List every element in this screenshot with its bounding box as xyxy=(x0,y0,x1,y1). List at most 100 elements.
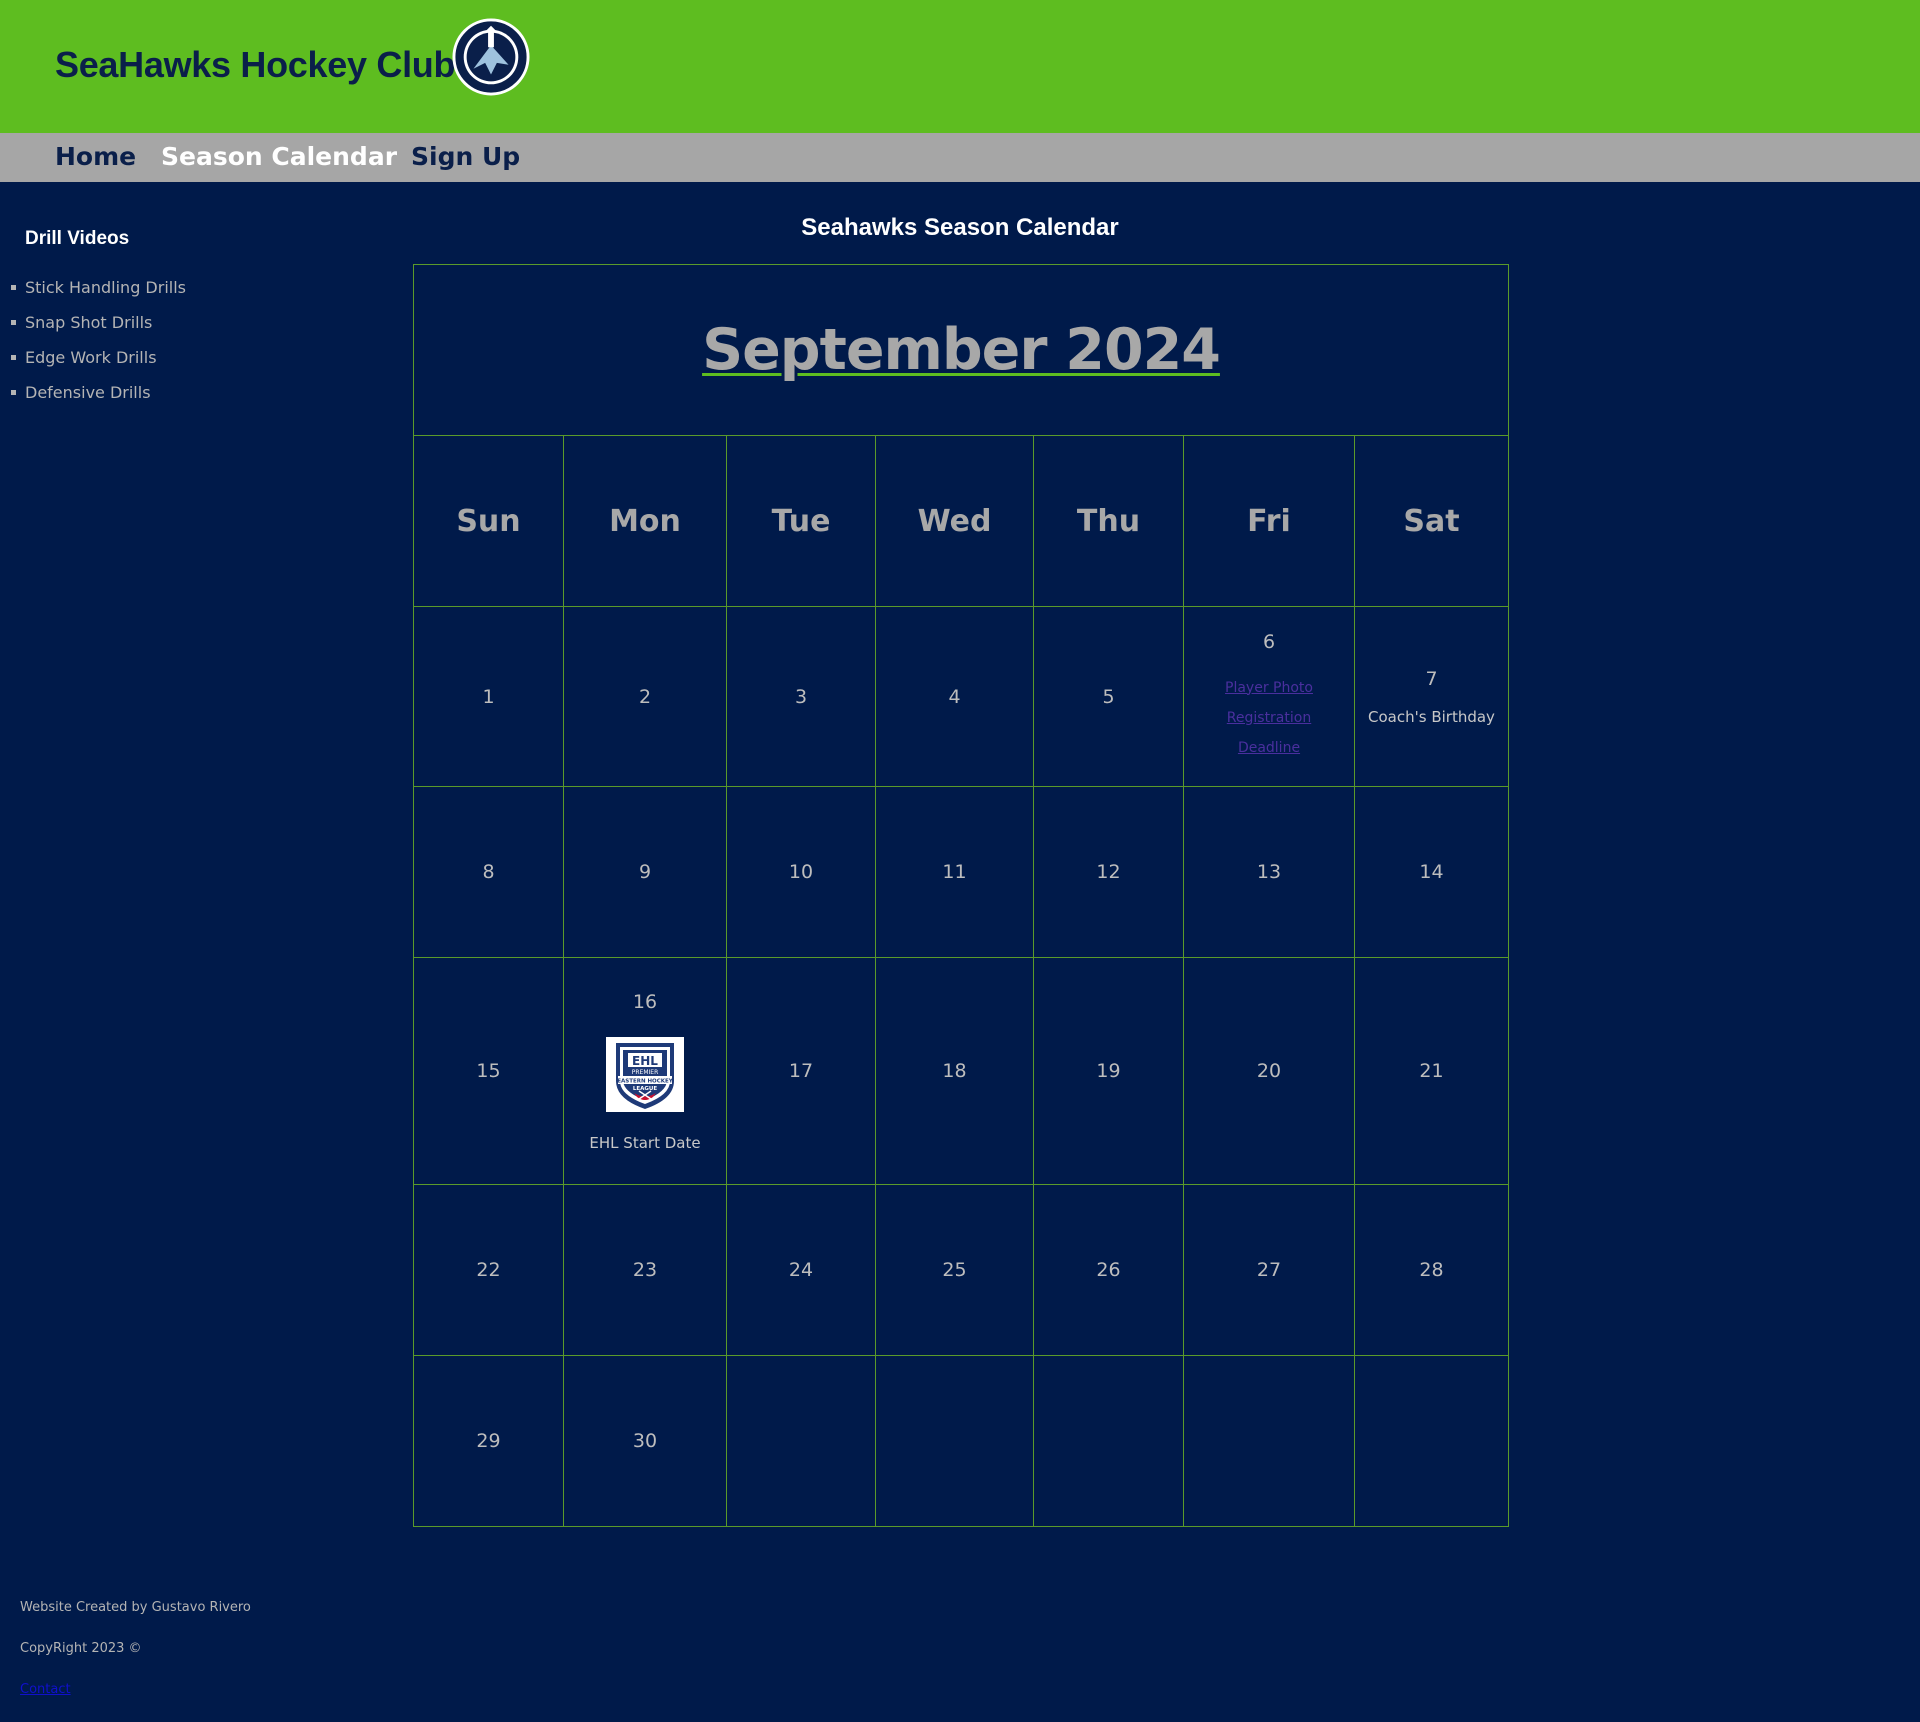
day-number: 20 xyxy=(1256,1060,1282,1082)
main-nav: Home Season Calendar Sign Up xyxy=(0,133,1920,182)
day-cell: 3 xyxy=(726,606,876,787)
day-number: 10 xyxy=(788,861,814,883)
site-header: SeaHawks Hockey Club xyxy=(0,0,1920,133)
day-cell: 8 xyxy=(413,786,564,958)
site-footer: Website Created by Gustavo Rivero CopyRi… xyxy=(20,1596,251,1719)
day-cell: 29 xyxy=(413,1355,564,1527)
day-number: 28 xyxy=(1419,1259,1444,1281)
sidebar-item-label: Stick Handling Drills xyxy=(25,278,186,297)
svg-text:EHL: EHL xyxy=(632,1054,658,1068)
day-number: 25 xyxy=(942,1259,967,1281)
day-cell: 25 xyxy=(875,1184,1034,1356)
sidebar-item-edge-work[interactable]: Edge Work Drills xyxy=(10,340,186,375)
day-cell: 19 xyxy=(1033,957,1184,1185)
day-cell: 5 xyxy=(1033,606,1184,787)
day-number: 19 xyxy=(1096,1060,1121,1082)
bullet-icon xyxy=(11,320,16,325)
day-cell: 22 xyxy=(413,1184,564,1356)
day-number: 15 xyxy=(476,1060,501,1082)
dow-mon: Mon xyxy=(563,435,727,607)
day-cell: 28 xyxy=(1354,1184,1509,1356)
day-cell: 7 Coach's Birthday xyxy=(1354,606,1509,787)
svg-text:EASTERN HOCKEY: EASTERN HOCKEY xyxy=(617,1078,674,1084)
day-cell: 16 EHL PREMIER EASTERN HOCKEY LEAGUE EHL… xyxy=(563,957,727,1185)
sidebar-item-label: Snap Shot Drills xyxy=(25,313,153,332)
day-number: 22 xyxy=(476,1259,501,1281)
day-number: 18 xyxy=(942,1060,967,1082)
day-number: 9 xyxy=(638,861,652,883)
day-cell: 24 xyxy=(726,1184,876,1356)
day-number: 24 xyxy=(788,1259,814,1281)
day-number: 11 xyxy=(942,861,967,883)
site-title: SeaHawks Hockey Club xyxy=(55,44,456,85)
day-number: 2 xyxy=(638,685,652,708)
day-number: 4 xyxy=(948,685,961,708)
day-cell: 21 xyxy=(1354,957,1509,1185)
day-number: 3 xyxy=(794,685,808,708)
day-cell: 12 xyxy=(1033,786,1184,958)
footer-credit: Website Created by Gustavo Rivero xyxy=(20,1600,251,1615)
bullet-icon xyxy=(11,355,16,360)
season-calendar: September 2024 Sun Mon Tue Wed Thu Fri S… xyxy=(413,264,1509,1527)
nav-home[interactable]: Home xyxy=(55,139,136,175)
day-number: 6 xyxy=(1262,630,1276,653)
day-number: 30 xyxy=(632,1430,658,1452)
empty-day-cell xyxy=(1033,1355,1184,1527)
dow-sun: Sun xyxy=(413,435,564,607)
footer-contact-link[interactable]: Contact xyxy=(20,1682,71,1697)
day-number: 12 xyxy=(1096,861,1121,883)
day-number: 16 xyxy=(632,990,658,1013)
day-cell: 13 xyxy=(1183,786,1355,958)
day-cell: 14 xyxy=(1354,786,1509,958)
sidebar-item-stick-handling[interactable]: Stick Handling Drills xyxy=(10,270,186,305)
day-number: 21 xyxy=(1419,1060,1444,1082)
drill-video-list: Stick Handling Drills Snap Shot Drills E… xyxy=(10,270,186,410)
sidebar-title: Drill Videos xyxy=(25,228,130,249)
day-cell: 1 xyxy=(413,606,564,787)
day-number: 17 xyxy=(788,1060,814,1082)
day-cell: 4 xyxy=(875,606,1034,787)
day-cell: 11 xyxy=(875,786,1034,958)
day-cell: 17 xyxy=(726,957,876,1185)
day-number: 27 xyxy=(1256,1259,1282,1281)
nav-season-calendar[interactable]: Season Calendar xyxy=(161,139,397,175)
footer-copyright: CopyRight 2023 © xyxy=(20,1641,142,1656)
day-number: 26 xyxy=(1096,1259,1121,1281)
sidebar-item-defensive[interactable]: Defensive Drills xyxy=(10,375,186,410)
day-number: 8 xyxy=(482,861,495,883)
photo-registration-deadline-link[interactable]: Player Photo Registration Deadline xyxy=(1184,673,1354,763)
day-cell: 30 xyxy=(563,1355,727,1527)
sidebar-item-snap-shot[interactable]: Snap Shot Drills xyxy=(10,305,186,340)
day-number: 7 xyxy=(1425,667,1438,690)
sidebar-item-label: Defensive Drills xyxy=(25,383,151,402)
svg-text:PREMIER: PREMIER xyxy=(632,1069,658,1076)
day-cell: 15 xyxy=(413,957,564,1185)
day-cell: 2 xyxy=(563,606,727,787)
bullet-icon xyxy=(11,390,16,395)
coach-birthday-event: Coach's Birthday xyxy=(1368,707,1495,726)
nav-sign-up[interactable]: Sign Up xyxy=(411,139,520,175)
day-number: 14 xyxy=(1419,861,1444,883)
empty-day-cell xyxy=(1183,1355,1355,1527)
day-cell: 20 xyxy=(1183,957,1355,1185)
day-cell: 10 xyxy=(726,786,876,958)
empty-day-cell xyxy=(726,1355,876,1527)
day-cell: 26 xyxy=(1033,1184,1184,1356)
day-cell: 18 xyxy=(875,957,1034,1185)
dow-sat: Sat xyxy=(1354,435,1509,607)
ehl-start-date-event: EHL Start Date xyxy=(589,1133,701,1152)
day-number: 13 xyxy=(1256,861,1282,883)
seahawks-logo-icon[interactable] xyxy=(452,18,530,96)
dow-thu: Thu xyxy=(1033,435,1184,607)
empty-day-cell xyxy=(1354,1355,1509,1527)
empty-day-cell xyxy=(875,1355,1034,1527)
month-title-link[interactable]: September 2024 xyxy=(702,317,1221,383)
bullet-icon xyxy=(11,285,16,290)
day-number: 1 xyxy=(482,685,495,708)
sidebar-item-label: Edge Work Drills xyxy=(25,348,157,367)
day-cell: 23 xyxy=(563,1184,727,1356)
day-number: 23 xyxy=(632,1259,658,1281)
day-number: 5 xyxy=(1102,685,1115,708)
day-number: 29 xyxy=(476,1430,501,1452)
day-cell: 6 Player Photo Registration Deadline xyxy=(1183,606,1355,787)
